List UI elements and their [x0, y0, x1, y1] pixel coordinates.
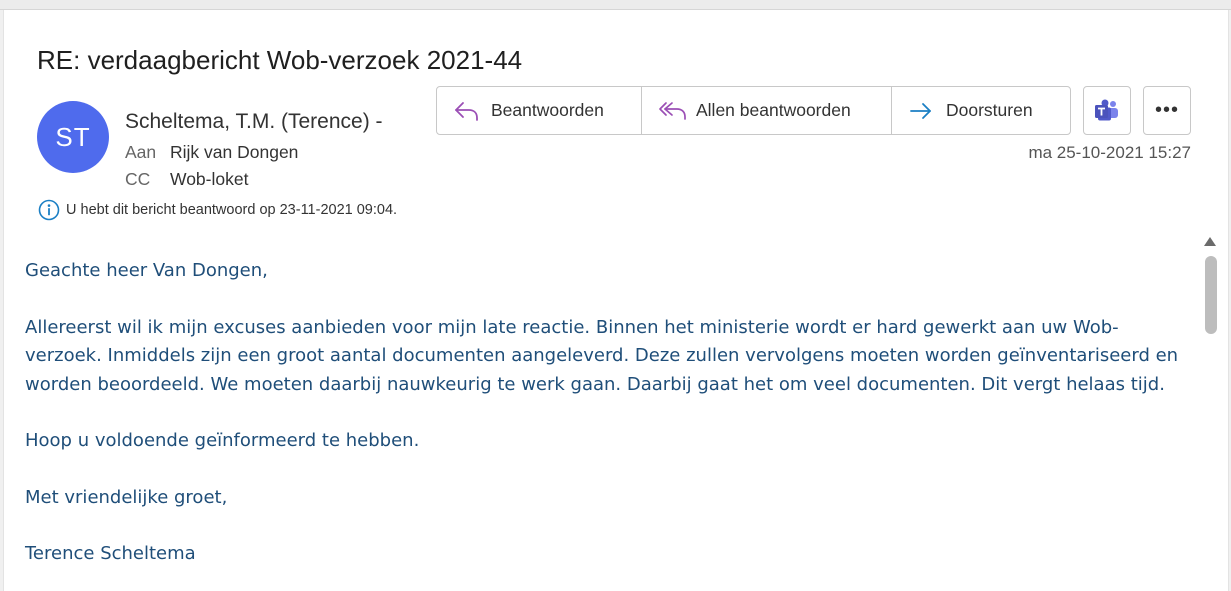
reply-label: Beantwoorden [491, 100, 604, 120]
reply-button[interactable]: Beantwoorden [437, 87, 642, 134]
to-label: Aan [125, 142, 157, 162]
sender-name[interactable]: Scheltema, T.M. (Terence) - [125, 110, 383, 134]
vertical-scrollbar-thumb[interactable] [1205, 256, 1217, 334]
reply-icon [455, 101, 478, 121]
body-paragraph: Allereerst wil ik mijn excuses aanbieden… [25, 316, 1179, 395]
cc-label: CC [125, 169, 151, 189]
email-body: Geachte heer Van Dongen, Allereerst wil … [25, 257, 1190, 591]
replied-info-text: U hebt dit bericht beantwoord op 23-11-2… [66, 202, 398, 218]
to-row: Aan Rijk van Dongen [125, 142, 298, 163]
reply-all-icon [659, 101, 686, 120]
cc-row: CC Wob-loket [125, 169, 248, 190]
scroll-up-arrow[interactable] [1204, 237, 1216, 246]
body-signature: Terence Scheltema [25, 543, 196, 564]
email-subject: RE: verdaagbericht Wob-verzoek 2021-44 [37, 45, 523, 75]
forward-arrow-icon [910, 102, 931, 119]
cc-recipient[interactable]: Wob-loket [170, 169, 248, 189]
forward-label: Doorsturen [946, 100, 1033, 120]
forward-button[interactable]: Doorsturen [892, 87, 1070, 134]
window-top-strip [0, 0, 1231, 10]
body-paragraph: Hoop u voldoende geïnformeerd te hebben. [25, 430, 420, 451]
info-icon [38, 199, 60, 221]
message-actions-group: Beantwoorden Allen beantwoorden Doorstur… [436, 86, 1071, 135]
reply-all-button[interactable]: Allen beantwoorden [642, 87, 892, 134]
share-to-teams-button[interactable] [1083, 86, 1131, 135]
replied-info-bar: U hebt dit bericht beantwoord op 23-11-2… [38, 199, 397, 221]
sender-avatar[interactable]: ST [37, 101, 109, 173]
reply-all-label: Allen beantwoorden [696, 100, 851, 120]
more-options-button[interactable]: ••• [1143, 86, 1191, 135]
body-greeting: Geachte heer Van Dongen, [25, 260, 268, 281]
body-closing: Met vriendelijke groet, [25, 486, 228, 508]
received-date: ma 25-10-2021 15:27 [1028, 143, 1191, 162]
teams-icon [1095, 99, 1118, 120]
to-recipient[interactable]: Rijk van Dongen [170, 142, 298, 162]
